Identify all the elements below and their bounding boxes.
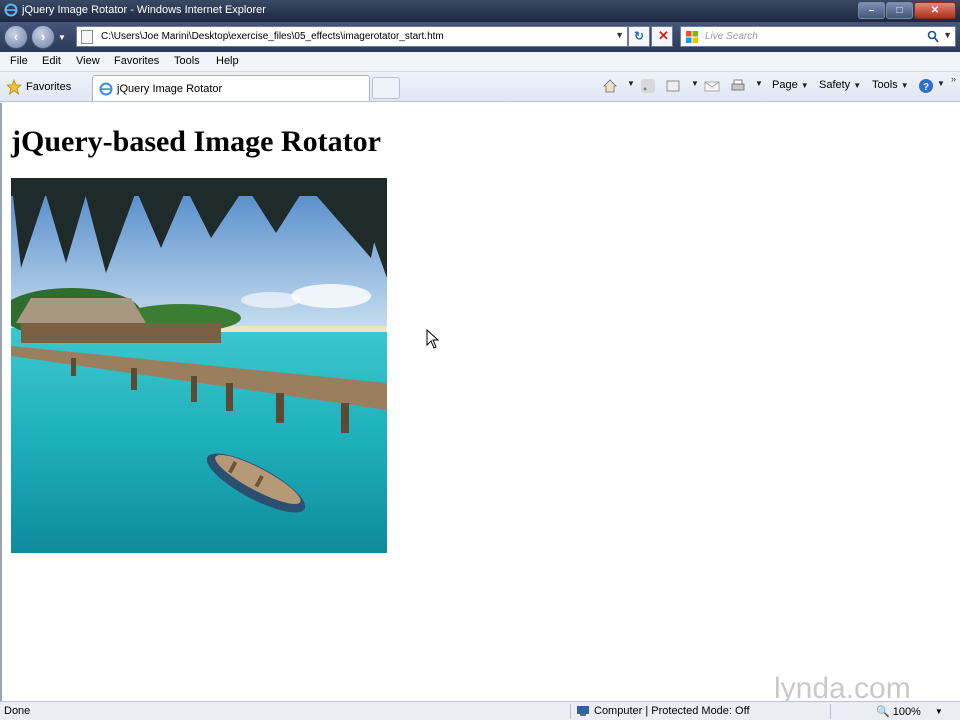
search-field[interactable]: Live Search ▼: [680, 26, 956, 47]
address-row: ‹ › ▼ C:\Users\Joe Marini\Desktop\exerci…: [0, 22, 960, 52]
stop-icon: ✕: [658, 28, 669, 43]
back-arrow-icon: ‹: [13, 28, 19, 44]
live-search-logo-icon: [686, 31, 698, 43]
page-menu-label: Page: [772, 79, 798, 91]
svg-text:?: ?: [923, 82, 929, 93]
ie-page-icon: [99, 82, 113, 96]
address-dropdown-icon[interactable]: ▼: [615, 30, 624, 40]
status-bar: Done Computer | Protected Mode: Off 🔍 10…: [0, 701, 960, 720]
print-icon[interactable]: [730, 78, 746, 94]
zoom-dropdown-icon: ▼: [934, 707, 943, 716]
help-icon[interactable]: ?: [918, 78, 934, 94]
favorites-button[interactable]: Favorites: [6, 78, 71, 96]
safety-menu-label: Safety: [819, 79, 851, 91]
maximize-icon: □: [896, 4, 903, 16]
favorites-star-icon: [6, 79, 22, 95]
help-dropdown-icon[interactable]: ▼: [934, 79, 945, 88]
forward-button[interactable]: ›: [31, 25, 55, 49]
recent-pages-dropdown-icon[interactable]: ▼: [58, 33, 66, 42]
tab-label: jQuery Image Rotator: [117, 83, 223, 95]
search-dropdown-icon[interactable]: ▼: [943, 30, 952, 40]
mail-dropdown-icon[interactable]: ▼: [688, 79, 699, 88]
back-button[interactable]: ‹: [4, 25, 28, 49]
page-content: jQuery-based Image Rotator: [0, 103, 960, 701]
home-dropdown-icon[interactable]: ▼: [624, 79, 635, 88]
menu-help[interactable]: Help: [216, 55, 239, 67]
search-placeholder: Live Search: [705, 31, 758, 42]
favorites-label: Favorites: [26, 81, 72, 93]
new-tab-button[interactable]: [372, 77, 400, 99]
read-mail-icon[interactable]: [665, 78, 681, 94]
safety-menu-button[interactable]: Safety ▼: [819, 79, 861, 91]
status-divider: [830, 704, 831, 719]
forward-arrow-icon: ›: [40, 28, 46, 44]
zone-label: Computer | Protected Mode: Off: [594, 705, 750, 717]
status-text: Done: [4, 705, 31, 717]
menu-tools[interactable]: Tools: [174, 55, 200, 67]
menu-bar: File Edit View Favorites Tools Help: [0, 52, 960, 72]
zoom-control[interactable]: 🔍 100% ▼: [876, 705, 943, 719]
security-zone[interactable]: Computer | Protected Mode: Off: [576, 705, 750, 717]
address-url[interactable]: C:\Users\Joe Marini\Desktop\exercise_fil…: [101, 31, 444, 42]
tab-bar: Favorites jQuery Image Rotator ▼ ▼ ▼ Pag…: [0, 72, 960, 102]
menu-view[interactable]: View: [76, 55, 100, 67]
search-icon[interactable]: [927, 30, 939, 44]
mouse-cursor-icon: [426, 329, 440, 349]
tools-menu-button[interactable]: Tools ▼: [872, 79, 909, 91]
menu-edit[interactable]: Edit: [42, 55, 61, 67]
maximize-button[interactable]: □: [886, 2, 913, 19]
refresh-button[interactable]: ↻: [628, 26, 650, 47]
computer-zone-icon: [577, 706, 589, 716]
close-window-button[interactable]: ✕: [914, 2, 956, 19]
menu-favorites[interactable]: Favorites: [114, 55, 159, 67]
refresh-icon: ↻: [634, 29, 645, 43]
title-bar: jQuery Image Rotator - Windows Internet …: [0, 0, 960, 22]
stop-button[interactable]: ✕: [651, 26, 673, 47]
minimize-button[interactable]: –: [858, 2, 885, 19]
tab-jquery-image-rotator[interactable]: jQuery Image Rotator: [92, 75, 370, 101]
zoom-level: 100%: [892, 705, 921, 718]
toolbar-overflow-icon[interactable]: »: [951, 74, 956, 84]
menu-file[interactable]: File: [10, 55, 28, 67]
home-icon[interactable]: [602, 78, 618, 94]
close-icon: ✕: [930, 4, 940, 16]
zoom-icon: 🔍: [876, 706, 890, 718]
window-controls: – □ ✕: [857, 2, 956, 19]
tools-menu-label: Tools: [872, 79, 898, 91]
mail-icon[interactable]: [704, 78, 720, 94]
ie-logo-icon: [4, 3, 18, 17]
window-title: jQuery Image Rotator - Windows Internet …: [22, 4, 266, 16]
rotator-image: [11, 178, 387, 553]
minimize-icon: –: [868, 4, 875, 16]
page-icon: [81, 30, 93, 44]
print-dropdown-icon[interactable]: ▼: [752, 79, 763, 88]
status-divider: [570, 704, 571, 719]
address-field[interactable]: C:\Users\Joe Marini\Desktop\exercise_fil…: [76, 26, 628, 47]
feeds-icon[interactable]: [640, 78, 656, 94]
page-heading: jQuery-based Image Rotator: [11, 125, 381, 158]
page-menu-button[interactable]: Page ▼: [772, 79, 809, 91]
